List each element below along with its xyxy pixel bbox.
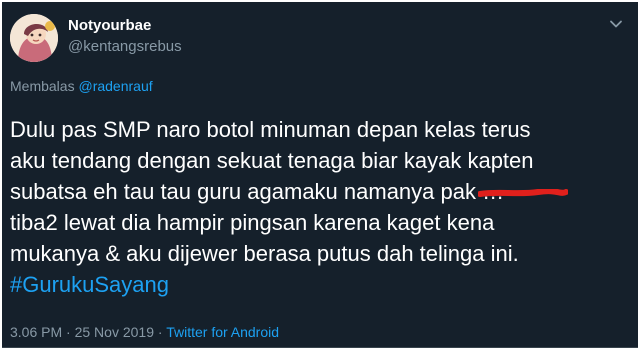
- meta-separator: ·: [157, 324, 163, 340]
- divider: [2, 347, 638, 348]
- display-name[interactable]: Notyourbae: [68, 16, 182, 35]
- tweet-line: aku tendang dengan sekuat tenaga biar ka…: [10, 148, 534, 173]
- tweet-meta: 3.06 PM · 25 Nov 2019 · Twitter for Andr…: [10, 324, 279, 340]
- tweet-time[interactable]: 3.06 PM: [10, 324, 62, 340]
- tweet-line: mukanya & aku dijewer berasa putus dah t…: [10, 241, 519, 266]
- cartoon-avatar-icon: [10, 14, 58, 62]
- user-handle[interactable]: @kentangsrebus: [68, 37, 182, 56]
- chevron-down-icon[interactable]: [608, 16, 624, 32]
- red-redaction-scribble: [478, 189, 569, 197]
- tweet-line: tiba2 lewat dia hampir pingsan karena ka…: [10, 210, 495, 235]
- reply-context: Membalas @radenrauf: [10, 78, 153, 94]
- meta-separator: ·: [66, 324, 71, 340]
- redacted-name: …: [478, 176, 569, 207]
- reply-mention-link[interactable]: @radenrauf: [78, 78, 152, 94]
- tweet-source-link[interactable]: Twitter for Android: [166, 324, 279, 340]
- tweet-line-text: subatsa eh tau tau guru agamaku namanya …: [10, 179, 476, 204]
- user-names: Notyourbae @kentangsrebus: [68, 16, 182, 56]
- reply-prefix: Membalas: [10, 78, 75, 94]
- hashtag-link[interactable]: #GurukuSayang: [10, 269, 630, 300]
- avatar[interactable]: [10, 14, 58, 62]
- tweet-card: Notyourbae @kentangsrebus Membalas @rade…: [2, 2, 638, 348]
- tweet-line-with-redaction: subatsa eh tau tau guru agamaku namanya …: [10, 176, 630, 207]
- tweet-text: Dulu pas SMP naro botol minuman depan ke…: [10, 114, 630, 300]
- tweet-line: Dulu pas SMP naro botol minuman depan ke…: [10, 117, 531, 142]
- tweet-date[interactable]: 25 Nov 2019: [75, 324, 154, 340]
